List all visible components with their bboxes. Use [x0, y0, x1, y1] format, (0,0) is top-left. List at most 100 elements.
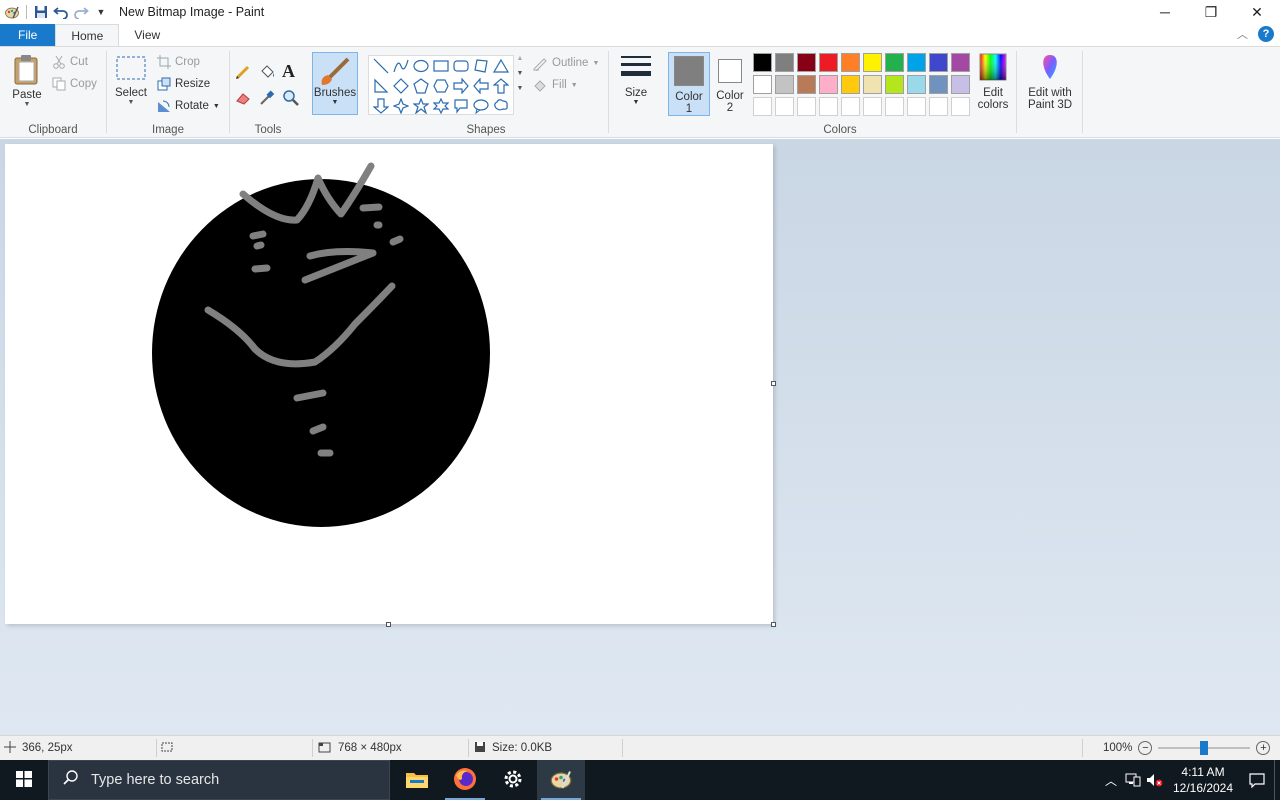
palette-custom-color-slot[interactable]: [753, 97, 772, 116]
resize-button[interactable]: Resize: [157, 77, 210, 91]
taskbar-firefox[interactable]: [441, 760, 489, 800]
clipboard-group-label: Clipboard: [28, 124, 78, 136]
selection-icon: [160, 741, 174, 756]
palette-custom-color-slot[interactable]: [841, 97, 860, 116]
taskbar-file-explorer[interactable]: [393, 760, 441, 800]
copy-button[interactable]: Copy: [52, 77, 97, 91]
palette-custom-color-slot[interactable]: [929, 97, 948, 116]
network-icon[interactable]: [1122, 773, 1144, 787]
palette-color-swatch[interactable]: [907, 53, 926, 72]
palette-color-swatch[interactable]: [951, 53, 970, 72]
volume-muted-icon[interactable]: [1144, 773, 1166, 787]
minimize-button[interactable]: ─: [1142, 0, 1188, 24]
start-button[interactable]: [0, 760, 48, 800]
select-button[interactable]: Select ▼: [113, 55, 149, 106]
edit-with-paint3d-button[interactable]: Edit with Paint 3D: [1024, 53, 1076, 111]
cursor-position: 366, 25px: [4, 736, 73, 760]
palette-custom-color-slot[interactable]: [951, 97, 970, 116]
restore-button[interactable]: ❐: [1188, 0, 1234, 24]
palette-color-swatch[interactable]: [753, 75, 772, 94]
zoom-controls: 100% − +: [1103, 736, 1271, 760]
copy-label: Copy: [70, 78, 97, 90]
help-icon[interactable]: ?: [1258, 26, 1274, 42]
magnifier-icon[interactable]: [282, 89, 300, 107]
paste-dropdown-icon[interactable]: ▼: [24, 101, 31, 108]
size-button[interactable]: Size ▼: [616, 53, 656, 106]
palette-color-swatch[interactable]: [929, 53, 948, 72]
tab-view[interactable]: View: [119, 24, 175, 46]
palette-color-swatch[interactable]: [797, 75, 816, 94]
status-separator: [156, 739, 157, 757]
palette-color-swatch[interactable]: [775, 75, 794, 94]
palette-color-swatch[interactable]: [885, 75, 904, 94]
tab-file[interactable]: File: [0, 24, 56, 46]
clock-date: 12/16/2024: [1172, 781, 1234, 795]
crop-button[interactable]: Crop: [157, 55, 200, 69]
canvas-resize-handle-right[interactable]: [771, 381, 776, 386]
select-dropdown-icon[interactable]: ▼: [128, 99, 135, 106]
shapes-group: Shapes: [364, 47, 608, 138]
search-placeholder: Type here to search: [91, 772, 220, 788]
palette-color-swatch[interactable]: [885, 53, 904, 72]
zoom-in-icon[interactable]: +: [1256, 741, 1271, 755]
canvas-resize-handle-bottom[interactable]: [386, 622, 391, 627]
palette-color-swatch[interactable]: [775, 53, 794, 72]
folder-icon: [405, 769, 429, 792]
taskbar-paint[interactable]: [537, 760, 585, 800]
rotate-button[interactable]: Rotate ▼: [157, 99, 220, 113]
save-icon[interactable]: [31, 2, 51, 22]
eraser-icon[interactable]: [234, 89, 252, 107]
palette-custom-color-slot[interactable]: [907, 97, 926, 116]
palette-color-swatch[interactable]: [929, 75, 948, 94]
taskbar-settings[interactable]: [489, 760, 537, 800]
fill-bucket-icon[interactable]: [258, 63, 276, 81]
zoom-slider-thumb[interactable]: [1200, 741, 1209, 755]
paste-button[interactable]: Paste ▼: [8, 53, 46, 108]
resize-label: Resize: [175, 78, 211, 90]
taskbar-search-box[interactable]: Type here to search: [48, 760, 390, 800]
palette-color-swatch[interactable]: [819, 53, 838, 72]
palette-color-swatch[interactable]: [841, 53, 860, 72]
redo-icon[interactable]: [71, 2, 91, 22]
palette-color-swatch[interactable]: [907, 75, 926, 94]
palette-custom-color-slot[interactable]: [819, 97, 838, 116]
palette-color-swatch[interactable]: [863, 53, 882, 72]
canvas-resize-handle-corner[interactable]: [771, 622, 776, 627]
brushes-button[interactable]: Brushes ▼: [312, 52, 358, 115]
undo-icon[interactable]: [51, 2, 71, 22]
rotate-dropdown-icon[interactable]: ▼: [213, 103, 220, 110]
show-desktop-button[interactable]: [1274, 760, 1280, 800]
zoom-slider[interactable]: [1158, 741, 1251, 755]
zoom-out-icon[interactable]: −: [1138, 741, 1153, 755]
collapse-ribbon-icon[interactable]: ︿: [1237, 26, 1248, 42]
system-clock[interactable]: 4:11 AM 12/16/2024: [1166, 764, 1240, 796]
customize-qat-dropdown-icon[interactable]: ▼: [91, 2, 111, 22]
notification-center-icon[interactable]: [1240, 772, 1274, 788]
palette-color-swatch[interactable]: [951, 75, 970, 94]
cut-label: Cut: [70, 56, 88, 68]
status-bar: 366, 25px 768 × 480px Size: 0.0KB 100% −…: [0, 735, 1280, 760]
close-button[interactable]: ✕: [1234, 0, 1280, 24]
size-dropdown-icon[interactable]: ▼: [633, 99, 640, 106]
palette-color-swatch[interactable]: [841, 75, 860, 94]
palette-custom-color-slot[interactable]: [863, 97, 882, 116]
status-separator: [622, 739, 623, 757]
text-tool-icon[interactable]: A: [282, 61, 295, 82]
palette-custom-color-slot[interactable]: [885, 97, 904, 116]
palette-color-swatch[interactable]: [797, 53, 816, 72]
drawing-canvas[interactable]: [5, 144, 776, 627]
palette-color-swatch[interactable]: [819, 75, 838, 94]
tab-home[interactable]: Home: [55, 24, 120, 46]
canvas-workspace[interactable]: [0, 139, 1280, 735]
palette-custom-color-slot[interactable]: [797, 97, 816, 116]
brushes-dropdown-icon[interactable]: ▼: [332, 99, 339, 106]
cut-button[interactable]: Cut: [52, 55, 88, 69]
palette-color-swatch[interactable]: [753, 53, 772, 72]
palette-color-swatch[interactable]: [863, 75, 882, 94]
ribbon-tabs: File Home View ︿ ?: [0, 24, 1280, 46]
pencil-icon[interactable]: [234, 63, 252, 81]
show-hidden-icons-chevron-icon[interactable]: ︿: [1100, 772, 1122, 789]
color-picker-icon[interactable]: [258, 89, 276, 107]
paint-app-icon[interactable]: [2, 2, 22, 22]
palette-custom-color-slot[interactable]: [775, 97, 794, 116]
